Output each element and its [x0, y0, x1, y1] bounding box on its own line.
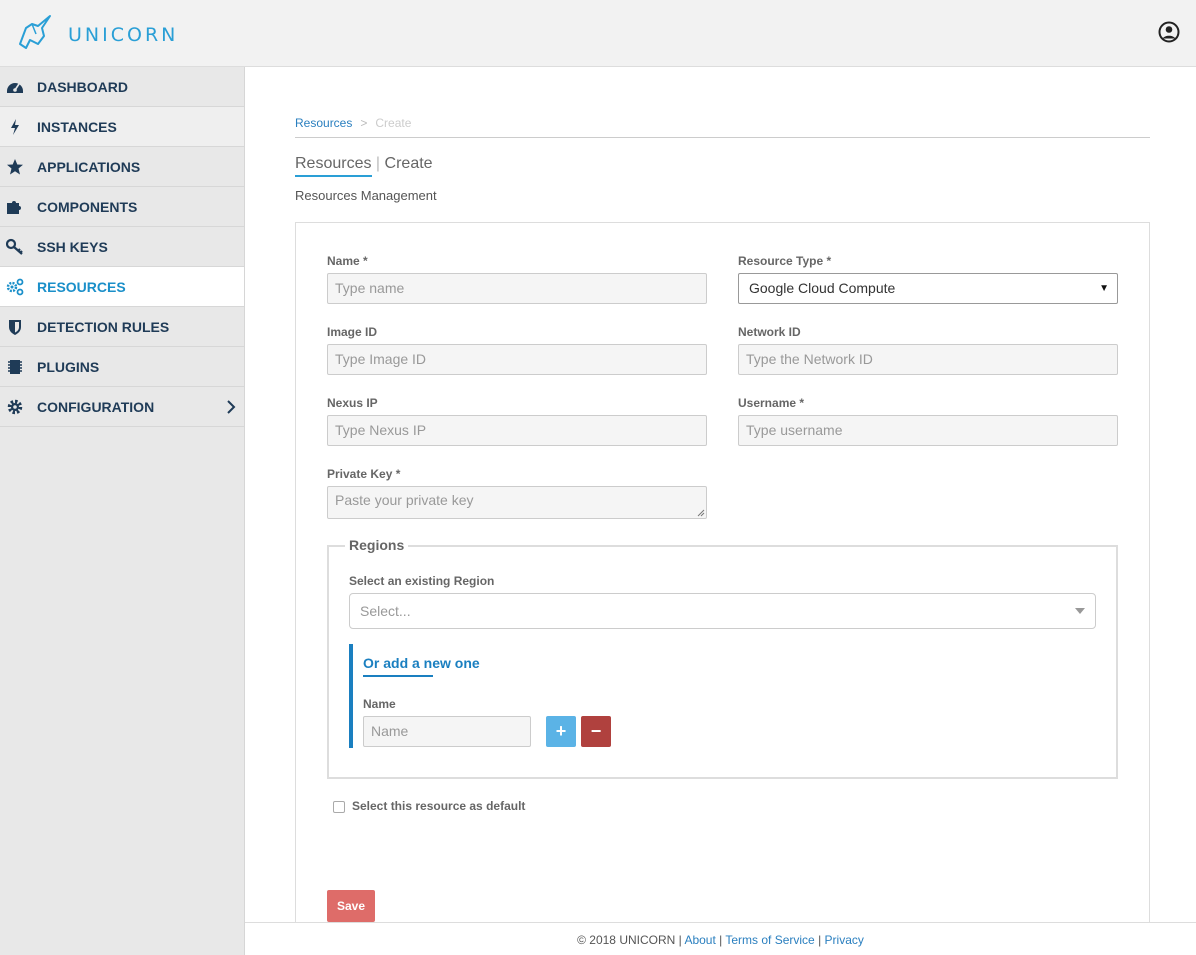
sidebar-item-label: SSH KEYS	[37, 238, 108, 255]
name-input[interactable]: Type name	[327, 273, 707, 304]
sidebar-item-label: INSTANCES	[37, 118, 117, 135]
page-title-underline	[295, 175, 372, 177]
resource-type-select[interactable]: Google Cloud Compute ▼	[738, 273, 1118, 304]
footer-copyright: © 2018 UNICORN	[577, 933, 676, 947]
remove-region-button[interactable]: −	[581, 716, 611, 747]
breadcrumb-current: Create	[375, 116, 412, 130]
footer-terms-link[interactable]: Terms of Service	[725, 933, 814, 947]
sidebar-item-instances[interactable]: INSTANCES	[0, 107, 244, 147]
dashboard-icon	[7, 83, 23, 93]
sidebar-item-configuration[interactable]: CONFIGURATION	[0, 387, 244, 427]
private-key-textarea[interactable]: Paste your private key	[327, 486, 707, 519]
footer: © 2018 UNICORN | About | Terms of Servic…	[245, 922, 1196, 955]
name-label: Name *	[327, 254, 368, 268]
image-id-label: Image ID	[327, 325, 378, 339]
chip-icon	[8, 360, 22, 374]
default-resource-checkbox[interactable]	[333, 801, 345, 813]
page-title: Resources | Create	[295, 155, 433, 173]
nexus-ip-input[interactable]: Type Nexus IP	[327, 415, 707, 446]
bolt-icon	[11, 119, 19, 135]
footer-privacy-link[interactable]: Privacy	[825, 933, 864, 947]
sidebar-item-detection-rules[interactable]: DETECTION RULES	[0, 307, 244, 347]
resize-handle-icon[interactable]	[697, 509, 705, 517]
sidebar-item-plugins[interactable]: PLUGINS	[0, 347, 244, 387]
sidebar-item-ssh-keys[interactable]: SSH KEYS	[0, 227, 244, 267]
gear-icon	[7, 399, 23, 415]
sidebar-item-label: APPLICATIONS	[37, 158, 141, 175]
footer-about-link[interactable]: About	[684, 933, 715, 947]
page-subtitle: Resources Management	[295, 188, 437, 203]
resource-type-label: Resource Type *	[738, 254, 832, 268]
new-region-accent-bar	[349, 644, 353, 748]
star-icon	[7, 159, 23, 175]
new-region-title: Or add a new one	[363, 655, 480, 671]
new-region-title-underline	[363, 675, 433, 677]
sidebar-item-components[interactable]: COMPONENTS	[0, 187, 244, 227]
sidebar-item-resources[interactable]: RESOURCES	[0, 267, 244, 307]
breadcrumb-separator-icon: >	[360, 116, 368, 130]
sidebar-item-applications[interactable]: APPLICATIONS	[0, 147, 244, 187]
network-id-label: Network ID	[738, 325, 801, 339]
regions-legend: Regions	[345, 537, 409, 553]
add-region-button[interactable]: +	[546, 716, 576, 747]
sidebar-item-label: PLUGINS	[37, 358, 100, 375]
network-id-input[interactable]: Type the Network ID	[738, 344, 1118, 375]
sidebar-item-label: DETECTION RULES	[37, 318, 170, 335]
username-input[interactable]: Type username	[738, 415, 1118, 446]
existing-region-select[interactable]: Select...	[349, 593, 1096, 629]
sidebar-item-label: COMPONENTS	[37, 198, 138, 215]
puzzle-icon	[7, 201, 21, 214]
sidebar-item-dashboard[interactable]: DASHBOARD	[0, 67, 244, 107]
shield-icon	[9, 320, 21, 335]
default-resource-label[interactable]: Select this resource as default	[352, 799, 525, 813]
save-button[interactable]: Save	[327, 890, 375, 922]
sidebar-item-label: CONFIGURATION	[37, 398, 155, 415]
nexus-ip-label: Nexus IP	[327, 396, 378, 410]
key-icon	[6, 238, 23, 255]
footer-separator: |	[814, 933, 825, 947]
resource-type-value: Google Cloud Compute	[749, 280, 896, 296]
page-title-action: Create	[384, 155, 433, 172]
username-label: Username *	[738, 396, 805, 410]
existing-region-placeholder: Select...	[360, 603, 411, 619]
breadcrumb-divider	[295, 137, 1150, 138]
new-region-name-label: Name	[363, 697, 396, 711]
dropdown-caret-icon: ▼	[1099, 283, 1109, 294]
image-id-input[interactable]: Type Image ID	[327, 344, 707, 375]
existing-region-label: Select an existing Region	[349, 574, 495, 588]
sidebar-item-label: RESOURCES	[37, 278, 126, 295]
breadcrumb: Resources > Create	[295, 116, 411, 130]
new-region-name-input[interactable]: Name	[363, 716, 531, 747]
chevron-right-icon[interactable]	[226, 400, 236, 414]
private-key-label: Private Key *	[327, 467, 401, 481]
breadcrumb-resources-link[interactable]: Resources	[295, 116, 352, 130]
private-key-placeholder: Paste your private key	[335, 492, 474, 508]
gears-icon	[6, 278, 24, 296]
brand-name[interactable]: UNICORN	[68, 24, 178, 46]
footer-separator: |	[715, 933, 726, 947]
page-title-section: Resources	[295, 155, 372, 172]
unicorn-logo-icon[interactable]	[16, 14, 54, 52]
top-header: UNICORN	[0, 0, 1196, 67]
dropdown-arrow-icon	[1075, 608, 1085, 614]
page-title-separator: |	[371, 155, 385, 172]
sidebar-item-label: DASHBOARD	[37, 78, 128, 95]
user-account-icon[interactable]	[1158, 21, 1180, 43]
sidebar-nav: DASHBOARD INSTANCES APPLICATIONS COMPONE…	[0, 67, 245, 955]
